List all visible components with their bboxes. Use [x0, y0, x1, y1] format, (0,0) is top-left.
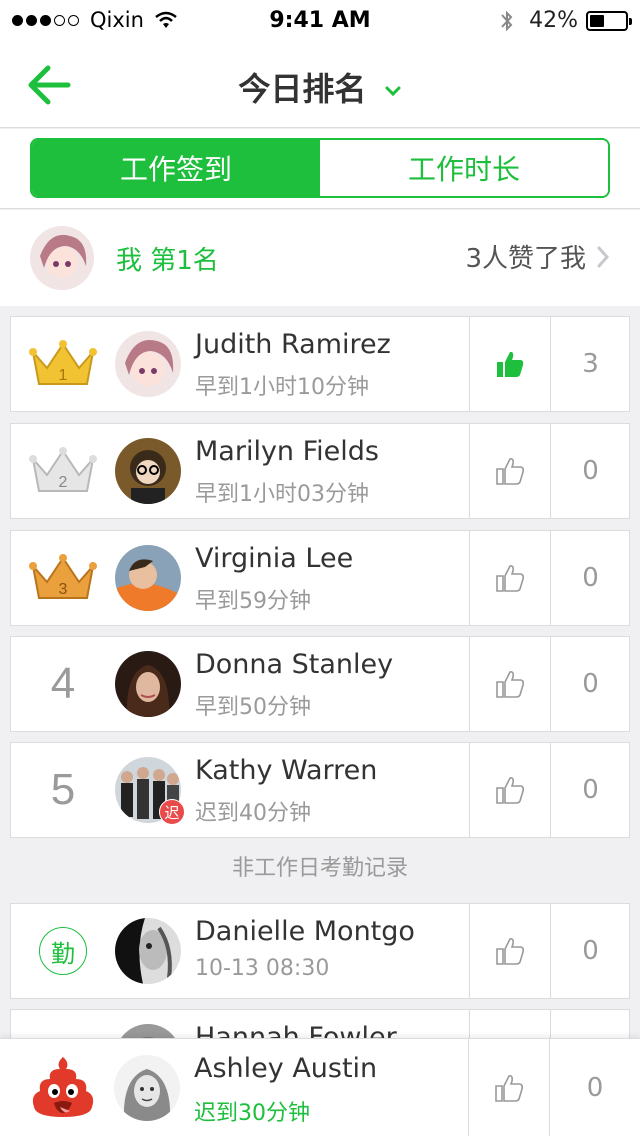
thumbs-up-filled-icon: [497, 351, 524, 377]
arrival-detail: 早到1小时03分钟: [195, 482, 369, 507]
page-title: 今日排名: [238, 70, 367, 108]
bronze-crown-icon: 3: [29, 545, 97, 611]
segment-bar: 工作签到 工作时长: [0, 129, 640, 209]
like-button[interactable]: [469, 317, 550, 411]
rank-row[interactable]: 1 Judith Ramirez 早到1小时10分钟 3: [10, 316, 630, 412]
like-count: 0: [550, 637, 630, 731]
arrival-detail: 早到1小时10分钟: [195, 375, 369, 400]
bluetooth-icon: [501, 10, 513, 31]
status-right: 42%: [499, 8, 632, 33]
avatar: [115, 438, 181, 504]
like-count: 0: [549, 1039, 640, 1136]
like-button[interactable]: [469, 743, 550, 837]
rank-row[interactable]: 5 迟 Kathy Warren 迟到40分钟 0: [10, 742, 630, 838]
rank-number: 3: [59, 581, 68, 598]
silver-crown-icon: 2: [29, 438, 97, 504]
thumbs-up-icon: [496, 671, 525, 698]
page-title-dropdown[interactable]: 今日排名: [0, 64, 640, 110]
person-name: Marilyn Fields: [195, 436, 380, 467]
person-name: Ashley Austin: [194, 1053, 378, 1084]
rank-badge: 5: [29, 757, 97, 823]
tab-work-duration[interactable]: 工作时长: [320, 140, 608, 196]
bottom-last-place-bar[interactable]: Ashley Austin 迟到30分钟 0: [0, 1038, 640, 1136]
avatar: [115, 651, 181, 717]
like-count: 0: [550, 743, 630, 837]
person-name: Kathy Warren: [195, 755, 378, 786]
rank-number: 4: [50, 659, 76, 708]
attendance-time: 10-13 08:30: [195, 956, 330, 981]
battery-percent: 42%: [529, 8, 578, 33]
person-name: Judith Ramirez: [195, 329, 391, 360]
chevron-down-icon: [385, 86, 401, 97]
thumbs-up-icon: [496, 458, 525, 485]
my-rank-row[interactable]: 我 第1名 3人赞了我: [0, 210, 640, 306]
like-count: 0: [550, 904, 630, 998]
thumbs-up-icon: [495, 1075, 524, 1102]
like-count: 0: [550, 531, 630, 625]
thumbs-up-icon: [496, 777, 525, 804]
thumbs-up-icon: [496, 565, 525, 592]
rank-number: 1: [59, 367, 68, 384]
arrival-detail: 早到59分钟: [195, 589, 311, 614]
like-button[interactable]: [469, 424, 550, 518]
avatar: [115, 331, 181, 397]
like-button[interactable]: [468, 1039, 549, 1136]
poop-icon: [32, 1057, 94, 1117]
segmented-control: 工作签到 工作时长: [30, 138, 610, 198]
rank-row[interactable]: 2 Marilyn Fields 早到1小时03分钟 0: [10, 423, 630, 519]
rank-row[interactable]: 4 Donna Stanley 早到50分钟 0: [10, 636, 630, 732]
arrival-detail: 早到50分钟: [195, 695, 311, 720]
arrival-detail: 迟到30分钟: [194, 1101, 310, 1126]
avatar: [115, 918, 181, 984]
rank-badge: 勤: [29, 918, 97, 984]
avatar: [115, 545, 181, 611]
nav-bar: 今日排名: [0, 44, 640, 128]
like-button[interactable]: [469, 531, 550, 625]
rank-number: 2: [59, 474, 68, 491]
my-likes-link[interactable]: 3人赞了我: [465, 238, 610, 275]
attendance-row[interactable]: 勤 Danielle Montgo 10-13 08:30 0: [10, 903, 630, 999]
attendance-badge: 勤: [39, 927, 87, 975]
person-name: Donna Stanley: [195, 649, 394, 680]
battery-icon: [586, 10, 632, 31]
rank-badge: 4: [29, 651, 97, 717]
section-label: 非工作日考勤记录: [231, 856, 408, 881]
thumbs-up-icon: [496, 938, 525, 965]
my-likes-text: 3人赞了我: [465, 244, 586, 274]
my-rank-label: 我 第1名: [116, 246, 219, 276]
arrival-detail: 迟到40分钟: [195, 801, 311, 826]
like-count: 3: [550, 317, 630, 411]
like-button[interactable]: [469, 904, 550, 998]
status-bar: Qixin 9:41 AM 42%: [0, 0, 640, 44]
late-badge: 迟: [159, 799, 185, 825]
my-avatar: [30, 226, 94, 290]
rank-row[interactable]: 3 Virginia Lee 早到59分钟 0: [10, 530, 630, 626]
person-name: Danielle Montgo: [195, 916, 415, 947]
like-button[interactable]: [469, 637, 550, 731]
chevron-right-icon: [597, 246, 610, 267]
avatar: [114, 1055, 180, 1121]
person-name: Virginia Lee: [195, 543, 354, 574]
gold-crown-icon: 1: [29, 331, 97, 397]
rank-number: 5: [50, 765, 76, 814]
tab-work-checkin[interactable]: 工作签到: [32, 140, 320, 196]
like-count: 0: [550, 424, 630, 518]
